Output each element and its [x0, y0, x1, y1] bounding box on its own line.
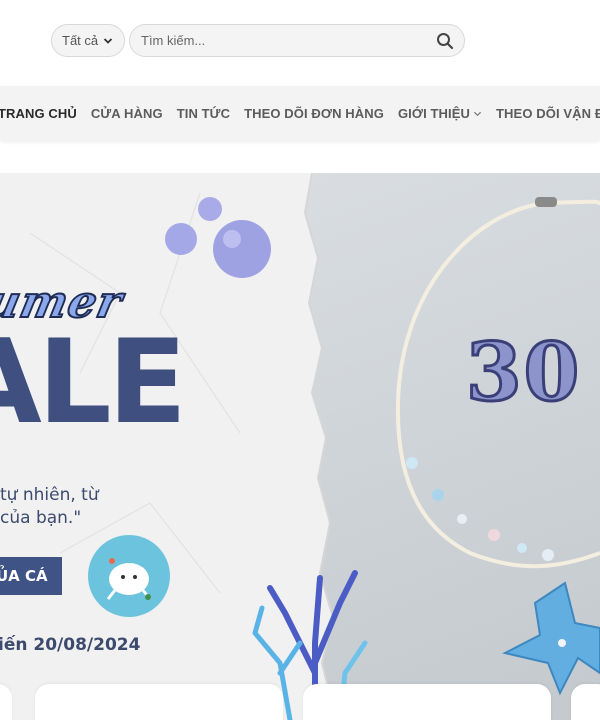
clasp [535, 197, 557, 207]
chevron-down-icon [473, 111, 482, 116]
mascot-badge [88, 535, 170, 617]
nav-item-about[interactable]: GIỚI THIỆU [398, 106, 482, 121]
sale-until-date: iến 20/08/2024 [0, 635, 141, 655]
product-card[interactable] [571, 684, 600, 720]
mascot-icon [106, 558, 152, 600]
product-card[interactable] [35, 684, 283, 720]
hero-cta-button[interactable]: ỦA CÁ [0, 557, 62, 595]
nav-item-home[interactable]: TRANG CHỦ [0, 106, 77, 121]
header-search-bar: Tất cả [0, 0, 600, 86]
nav-item-news[interactable]: TIN TỨC [177, 106, 230, 121]
category-select[interactable]: Tất cả [51, 24, 125, 57]
hero-tagline: tự nhiên, từ của bạn." [0, 484, 99, 530]
hero-banner[interactable]: umer ALE tự nhiên, từ của bạn." ỦA CÁ iế… [0, 173, 600, 720]
bubble-small [198, 197, 222, 221]
nav-item-about-label: GIỚI THIỆU [397, 105, 471, 121]
discount-text: 30 [464, 324, 582, 421]
chevron-down-icon [103, 37, 113, 44]
hero-headline: ALE [0, 315, 187, 450]
search-box [129, 24, 465, 57]
search-icon[interactable] [436, 32, 454, 50]
nav-item-order-tracking[interactable]: THEO DÕI ĐƠN HÀNG [244, 106, 384, 121]
bubble-medium [165, 223, 197, 255]
nav-item-shop[interactable]: CỬA HÀNG [91, 106, 163, 121]
category-select-value: Tất cả [62, 33, 99, 48]
nav-item-shipment-tracking[interactable]: THEO DÕI VẬN ĐƠN [496, 106, 600, 121]
main-nav: TRANG CHỦ CỬA HÀNG TIN TỨC THEO DÕI ĐƠN … [0, 86, 600, 140]
bubble-large [213, 220, 271, 278]
page: Tất cả TRANG CHỦ CỬA HÀNG TIN TỨC THEO D… [0, 0, 600, 720]
search-input[interactable] [141, 33, 421, 48]
hero-tagline-line-2: của bạn." [0, 508, 82, 528]
hero-tagline-line-1: tự nhiên, từ [0, 485, 99, 505]
starfish [502, 581, 600, 696]
hero-cta-label: ỦA CÁ [0, 567, 48, 585]
product-card[interactable] [303, 684, 551, 720]
